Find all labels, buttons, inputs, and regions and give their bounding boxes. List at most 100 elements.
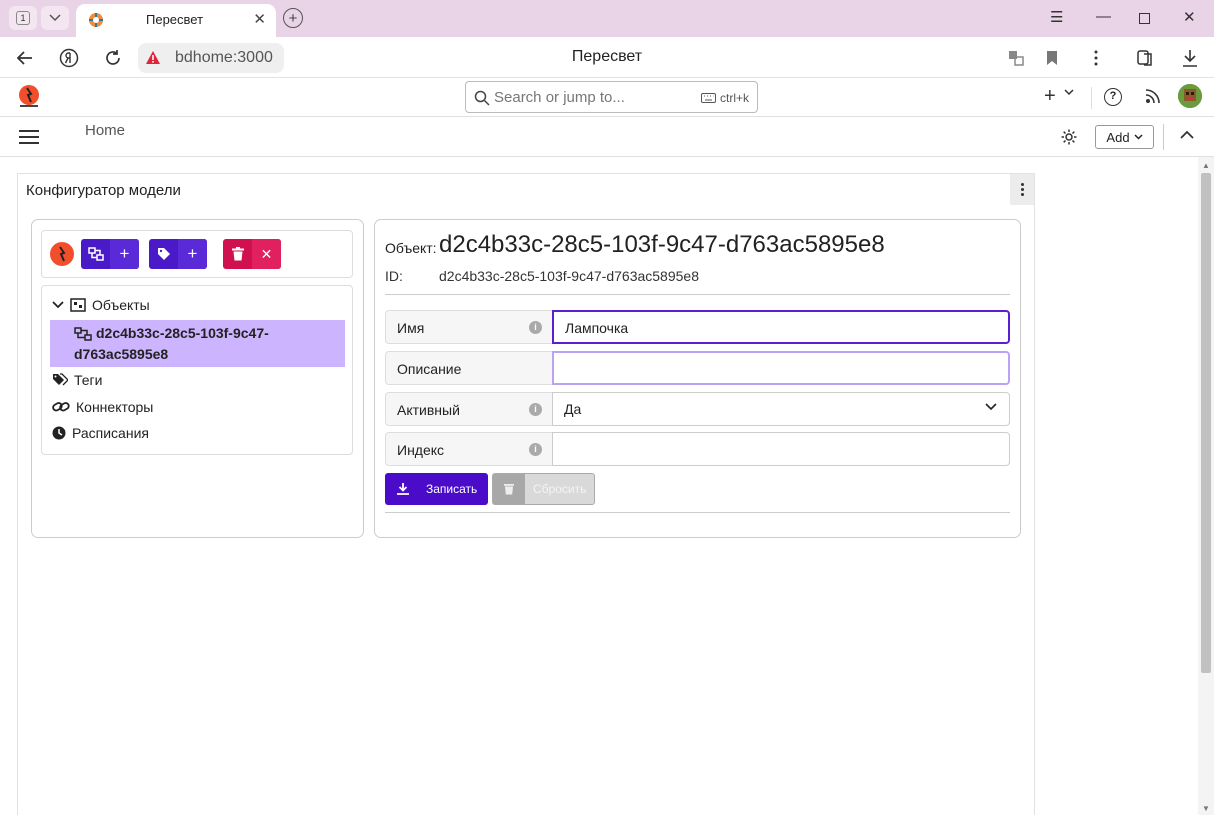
tab-list-button[interactable]: [41, 6, 69, 30]
tree-node-label: Объекты: [92, 297, 150, 313]
tree-node-tags[interactable]: Теги: [52, 372, 102, 388]
download-icon: [385, 483, 420, 495]
id-value: d2c4b33c-28c5-103f-9c47-d763ac5895e8: [439, 268, 699, 284]
divider: [385, 294, 1010, 295]
scroll-up-icon[interactable]: ▲: [1202, 161, 1210, 170]
browser-tab-strip: 1 Пересвет ✕ + ☰ — ✕: [0, 0, 1214, 37]
bookmark-icon[interactable]: [1041, 47, 1063, 69]
active-select-value: Да: [564, 401, 582, 417]
tree-item-label: d2c4b33c-28c5-103f-9c47-d763ac5895e8: [74, 323, 324, 365]
search-placeholder: Search or jump to...: [494, 89, 625, 106]
scroll-down-icon[interactable]: ▼: [1202, 804, 1210, 813]
new-tab-icon[interactable]: +: [283, 8, 303, 28]
active-select[interactable]: Да: [552, 392, 1010, 426]
tree-item-selected[interactable]: d2c4b33c-28c5-103f-9c47-d763ac5895e8: [50, 320, 345, 367]
description-field-label: Описание: [385, 351, 553, 385]
add-button-label: Add: [1106, 129, 1130, 145]
browser-tab[interactable]: Пересвет ✕: [76, 4, 276, 37]
tab-count: 1: [16, 11, 30, 25]
tree-node-label: Расписания: [72, 425, 149, 441]
yandex-icon[interactable]: [58, 47, 80, 69]
back-icon[interactable]: [14, 47, 36, 69]
search-input[interactable]: Search or jump to... ctrl+k: [465, 81, 758, 113]
scrollbar-thumb[interactable]: [1201, 173, 1211, 673]
divider: [385, 512, 1010, 513]
add-tag-button[interactable]: +: [178, 239, 207, 269]
app-favicon-icon: [89, 13, 103, 27]
add-tag-button-group: +: [149, 239, 207, 269]
gear-icon[interactable]: [1060, 128, 1078, 146]
page-scrollbar[interactable]: ▲ ▼: [1198, 157, 1214, 815]
url-text: bdhome:3000: [175, 49, 273, 66]
help-icon[interactable]: ?: [1104, 88, 1122, 106]
minimize-icon[interactable]: —: [1096, 8, 1111, 25]
breadcrumb[interactable]: Home: [85, 122, 125, 139]
warning-icon: [146, 51, 160, 64]
close-window-icon[interactable]: ✕: [1183, 8, 1196, 26]
search-icon: [474, 90, 490, 106]
tree-node-schedules[interactable]: Расписания: [52, 425, 149, 441]
field-label-text: Имя: [397, 320, 425, 336]
name-input[interactable]: Лампочка: [552, 310, 1010, 344]
object-label: Объект:: [385, 240, 437, 256]
clock-icon: [52, 426, 66, 440]
menu-icon[interactable]: ☰: [1050, 8, 1063, 26]
tree-node-objects[interactable]: Объекты: [52, 297, 150, 313]
avatar[interactable]: [1178, 84, 1202, 108]
maximize-icon[interactable]: [1139, 13, 1150, 24]
object-name: d2c4b33c-28c5-103f-9c47-d763ac5895e8: [439, 231, 885, 258]
field-label-text: Описание: [397, 361, 462, 377]
add-object-button[interactable]: +: [110, 239, 139, 269]
info-icon[interactable]: i: [529, 443, 542, 456]
chevron-down-icon: [985, 403, 997, 411]
app-logo-icon[interactable]: [17, 84, 41, 108]
tab-count-button[interactable]: 1: [9, 6, 37, 30]
close-tab-icon[interactable]: ✕: [253, 10, 266, 28]
reset-button[interactable]: Сбросить: [492, 473, 595, 505]
download-icon[interactable]: [1179, 47, 1201, 69]
keyboard-icon: [700, 93, 716, 103]
new-plus-icon[interactable]: +: [1044, 86, 1056, 106]
tree-node-connectors[interactable]: Коннекторы: [52, 399, 153, 415]
field-label-text: Индекс: [397, 442, 445, 458]
chevron-down-icon[interactable]: [52, 301, 64, 309]
search-shortcut-text: ctrl+k: [719, 91, 749, 105]
chevron-down-icon[interactable]: [1064, 89, 1074, 96]
id-label: ID:: [385, 268, 403, 284]
app-logo-icon: [50, 242, 74, 266]
save-button[interactable]: Записать: [385, 473, 488, 505]
name-input-value: Лампочка: [565, 320, 629, 336]
index-field-label: Индекс i: [385, 432, 553, 466]
add-object-button-group: +: [81, 239, 139, 269]
search-shortcut: ctrl+k: [700, 91, 749, 105]
divider: [1163, 124, 1164, 150]
objects-folder-icon: [70, 298, 86, 312]
panel-menu-icon[interactable]: [1010, 174, 1034, 205]
info-icon[interactable]: i: [529, 403, 542, 416]
tree-node-label: Коннекторы: [76, 399, 154, 415]
description-input[interactable]: [552, 351, 1010, 385]
more-vertical-icon[interactable]: [1085, 47, 1107, 69]
object-tree: Объекты d2c4b33c-28c5-103f-9c47-d763ac58…: [41, 285, 353, 455]
info-icon[interactable]: i: [529, 321, 542, 334]
add-button[interactable]: Add: [1095, 125, 1154, 149]
trash-icon: [493, 474, 525, 504]
page-toolbar: Home Add: [0, 117, 1214, 157]
save-button-label: Записать: [426, 482, 478, 496]
tree-actions: + + ✕: [41, 230, 353, 278]
trash-icon[interactable]: [223, 239, 252, 269]
index-input[interactable]: [552, 432, 1010, 466]
chevron-down-icon: [49, 14, 61, 22]
clear-selection-button[interactable]: ✕: [252, 239, 281, 269]
collections-icon[interactable]: [1134, 47, 1156, 69]
url-field[interactable]: bdhome:3000: [138, 43, 284, 73]
chevron-up-icon[interactable]: [1180, 130, 1194, 139]
divider: [1091, 87, 1092, 109]
tag-icon[interactable]: [149, 239, 178, 269]
news-feed-icon[interactable]: [1145, 88, 1161, 104]
reload-icon[interactable]: [102, 47, 124, 69]
translate-icon[interactable]: [1005, 47, 1027, 69]
object-type-icon[interactable]: [81, 239, 110, 269]
reset-button-label: Сбросить: [533, 482, 587, 496]
menu-toggle-icon[interactable]: [19, 130, 39, 144]
